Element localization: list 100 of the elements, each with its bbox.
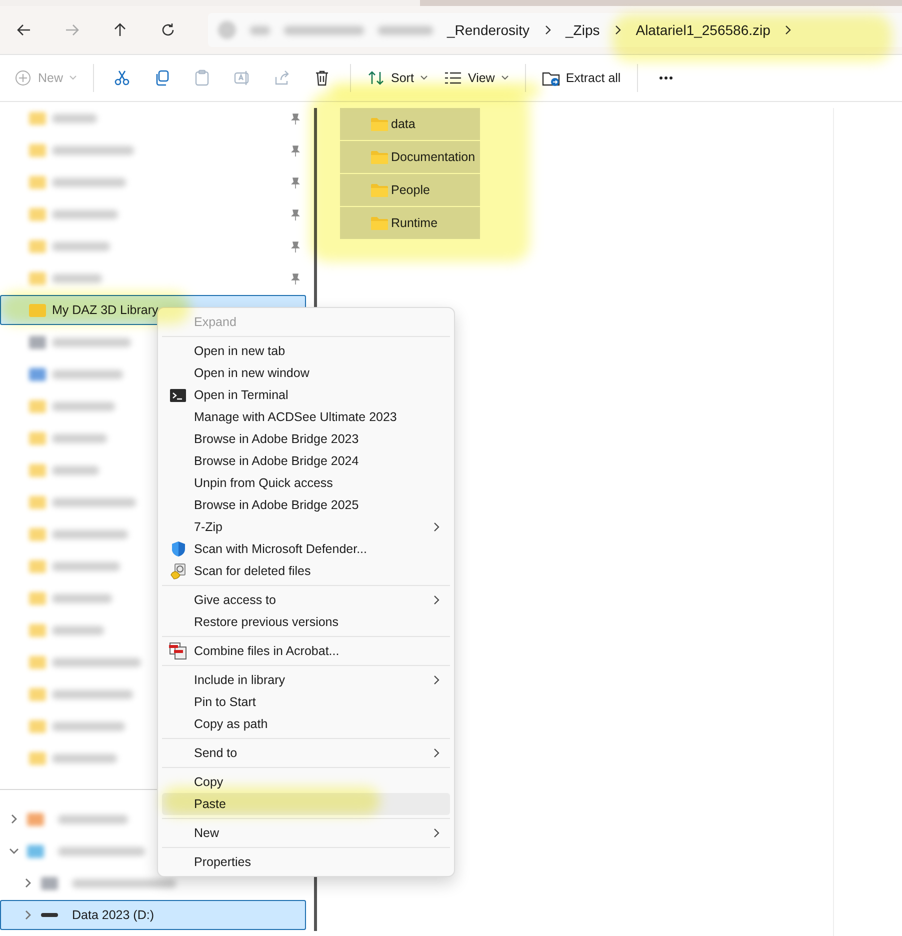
menu-item[interactable]: New: [162, 822, 450, 844]
menu-item[interactable]: Properties: [162, 851, 450, 873]
menu-item[interactable]: Restore previous versions: [162, 611, 450, 633]
blurred-label: [58, 814, 128, 824]
breadcrumb[interactable]: Alatariel1_256586.zip: [636, 20, 770, 40]
folder-icon: [29, 496, 46, 508]
pin-icon[interactable]: [289, 209, 301, 221]
scissors-icon: [113, 69, 132, 87]
menu-item[interactable]: Combine files in Acrobat...: [162, 640, 450, 662]
pin-icon[interactable]: [289, 273, 301, 285]
pin-icon[interactable]: [289, 241, 301, 253]
pin-icon[interactable]: [289, 145, 301, 157]
forward-arrow-icon: [64, 22, 80, 38]
magnifier-icon: [170, 562, 186, 580]
pin-icon[interactable]: [289, 113, 301, 125]
breadcrumb[interactable]: _Renderosity: [447, 20, 530, 40]
caret-icon: [500, 75, 509, 81]
folder-item[interactable]: Runtime: [340, 207, 480, 239]
blurred-label: [52, 370, 123, 378]
view-button[interactable]: View: [436, 61, 517, 95]
tree-item[interactable]: Data 2023 (D:): [0, 900, 306, 930]
folder-icon: [29, 208, 46, 220]
folder-icon: [29, 112, 46, 124]
refresh-icon: [160, 22, 176, 38]
rename-icon: [233, 69, 252, 87]
plus-icon: [14, 69, 32, 87]
shield-icon: [170, 541, 186, 557]
chevron-down-icon[interactable]: [9, 846, 19, 856]
share-icon: [273, 69, 292, 87]
chevron-right-icon: [433, 748, 440, 758]
extract-button[interactable]: Extract all: [534, 61, 629, 95]
blurred-label: [52, 562, 120, 570]
folder-icon: [29, 656, 46, 668]
pin-icon[interactable]: [289, 177, 301, 189]
chevron-right-icon: [433, 828, 440, 838]
sort-icon: [367, 69, 386, 87]
menu-item[interactable]: Include in library: [162, 669, 450, 691]
blurred-label: [52, 210, 118, 218]
menu-item[interactable]: Browse in Adobe Bridge 2023: [162, 428, 450, 450]
folder-icon: [29, 240, 46, 252]
more-icon: [658, 76, 673, 80]
blurred-label: [52, 466, 99, 474]
chevron-right-icon[interactable]: [614, 25, 622, 35]
menu-item[interactable]: Send to: [162, 742, 450, 764]
folder-icon: [29, 304, 46, 316]
blurred-label: [52, 434, 107, 442]
folder-icon: [29, 272, 46, 284]
menu-item[interactable]: Open in Terminal: [162, 384, 450, 406]
folder-icon: [29, 176, 46, 188]
blurred-label: [52, 594, 112, 602]
blurred-label: [52, 242, 110, 250]
menu-item[interactable]: Browse in Adobe Bridge 2024: [162, 450, 450, 472]
folder-item[interactable]: data: [340, 108, 480, 140]
menu-item[interactable]: Manage with ACDSee Ultimate 2023: [162, 406, 450, 428]
folder-icon: [29, 592, 46, 604]
blurred-label: [52, 626, 104, 634]
folder-icon: [29, 720, 46, 732]
menu-item[interactable]: Scan with Microsoft Defender...: [162, 538, 450, 560]
folder-icon: [371, 150, 388, 164]
blurred-breadcrumb: [378, 26, 433, 34]
folder-icon: [29, 752, 46, 764]
blurred-label: [52, 754, 117, 762]
menu-item[interactable]: Give access to: [162, 589, 450, 611]
up-arrow-icon: [112, 22, 128, 38]
menu-item[interactable]: Open in new window: [162, 362, 450, 384]
clipboard-icon: [193, 69, 212, 87]
chevron-right-icon: [433, 595, 440, 605]
folder-icon: [29, 432, 46, 444]
folder-icon: [29, 464, 46, 476]
blurred-label: [52, 114, 97, 122]
menu-item[interactable]: Copy as path: [162, 713, 450, 735]
menu-item[interactable]: Scan for deleted files: [162, 560, 450, 582]
blurred-icon: [218, 21, 236, 39]
menu-item[interactable]: Pin to Start: [162, 691, 450, 713]
menu-item[interactable]: Unpin from Quick access: [162, 472, 450, 494]
sort-button[interactable]: Sort: [359, 61, 436, 95]
folder-icon: [29, 528, 46, 540]
caret-icon: [420, 75, 428, 81]
breadcrumb[interactable]: _Zips: [566, 20, 600, 40]
menu-item[interactable]: Copy: [162, 771, 450, 793]
back-arrow-icon: [16, 22, 32, 38]
documents-icon: [168, 642, 188, 660]
menu-item[interactable]: Browse in Adobe Bridge 2025: [162, 494, 450, 516]
menu-item[interactable]: 7-Zip: [162, 516, 450, 538]
blurred-label: [52, 402, 115, 410]
folder-icon: [371, 183, 388, 197]
folder-item[interactable]: Documentation: [340, 141, 480, 173]
folder-icon: [29, 144, 46, 156]
folder-item[interactable]: People: [340, 174, 480, 206]
blurred-label: [52, 274, 102, 282]
menu-item[interactable]: Paste: [162, 793, 450, 815]
folder-icon: [371, 216, 388, 230]
menu-item[interactable]: Open in new tab: [162, 340, 450, 362]
terminal-icon: [170, 388, 186, 402]
address-bar[interactable]: _Renderosity _Zips Alatariel1_256586.zip: [208, 13, 902, 47]
chevron-right-icon[interactable]: [784, 25, 792, 35]
folder-icon: [371, 117, 388, 131]
caret-icon: [69, 75, 78, 81]
folder-icon: [29, 624, 46, 636]
chevron-right-icon[interactable]: [544, 25, 552, 35]
